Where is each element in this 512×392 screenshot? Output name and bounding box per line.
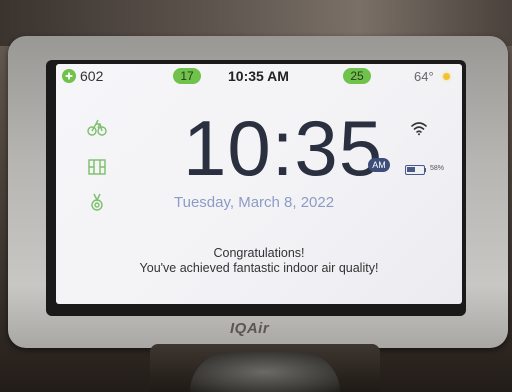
outdoor-aqi-badge[interactable]: 25 bbox=[343, 68, 371, 84]
fan-speed-value: 602 bbox=[80, 68, 104, 84]
clock-time: 10:35 bbox=[183, 104, 384, 192]
date-text: Tuesday, March 8, 2022 bbox=[174, 194, 335, 211]
outdoor-temperature[interactable]: 64° bbox=[414, 69, 434, 84]
battery-tip bbox=[424, 168, 426, 172]
message-line-2: You've achieved fantastic indoor air qua… bbox=[139, 261, 379, 275]
status-bar: 602 17 10:35 AM 25 64° bbox=[56, 64, 462, 88]
status-message: Congratulations! You've achieved fantast… bbox=[56, 246, 462, 276]
brand-logo: IQAir bbox=[230, 320, 270, 337]
indoor-aqi-badge[interactable]: 17 bbox=[173, 68, 201, 84]
fan-icon[interactable] bbox=[62, 69, 76, 83]
device-stand bbox=[190, 352, 340, 392]
room-icon[interactable] bbox=[86, 156, 108, 178]
ampm-badge: AM bbox=[368, 158, 390, 172]
battery-level-fill bbox=[407, 167, 416, 172]
battery-percent: 58% bbox=[430, 165, 445, 172]
status-time: 10:35 AM bbox=[228, 68, 289, 84]
battery-icon bbox=[405, 165, 425, 175]
eco-icon[interactable] bbox=[86, 116, 108, 138]
sun-icon bbox=[443, 73, 450, 80]
award-icon[interactable] bbox=[86, 191, 108, 213]
display-screen: 602 17 10:35 AM 25 64° 10:35 AM Tuesday,… bbox=[56, 64, 462, 304]
message-line-1: Congratulations! bbox=[213, 246, 305, 260]
wifi-icon[interactable] bbox=[410, 120, 428, 136]
